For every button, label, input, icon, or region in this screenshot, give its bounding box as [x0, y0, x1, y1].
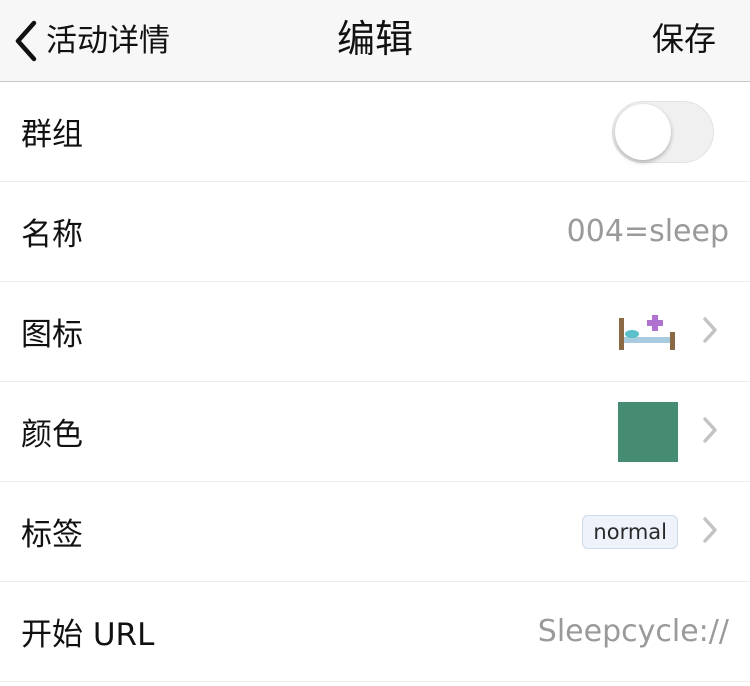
- edit-activity-screen: 活动详情 编辑 保存 群组 名称 004=sleep 图标 颜色 标签 norm…: [0, 0, 750, 686]
- chevron-right-icon: [702, 316, 718, 348]
- start-url-label: 开始 URL: [21, 617, 155, 653]
- navigation-bar: 活动详情 编辑 保存: [0, 0, 750, 82]
- chevron-right-icon: [702, 516, 718, 548]
- tags-row[interactable]: 标签 normal: [0, 482, 750, 582]
- name-row[interactable]: 名称 004=sleep: [0, 182, 750, 282]
- icon-label: 图标: [21, 317, 83, 353]
- chevron-right-icon: [702, 416, 718, 448]
- name-value[interactable]: 004=sleep: [567, 214, 729, 249]
- back-button-label: 活动详情: [46, 23, 170, 59]
- start-url-value[interactable]: Sleepcycle://: [538, 614, 729, 649]
- settings-list: 群组 名称 004=sleep 图标 颜色 标签 normal 开始 URL S…: [0, 82, 750, 682]
- group-toggle[interactable]: [612, 100, 714, 163]
- tags-label: 标签: [21, 517, 83, 553]
- start-url-row[interactable]: 开始 URL Sleepcycle://: [0, 582, 750, 682]
- name-label: 名称: [21, 217, 83, 253]
- chevron-left-icon: [14, 20, 38, 62]
- back-button[interactable]: 活动详情: [14, 0, 170, 82]
- color-row[interactable]: 颜色: [0, 382, 750, 482]
- group-row: 群组: [0, 82, 750, 182]
- icon-row[interactable]: 图标: [0, 282, 750, 382]
- color-label: 颜色: [21, 417, 83, 453]
- tag-badge: normal: [582, 514, 678, 549]
- group-label: 群组: [21, 117, 83, 153]
- color-swatch: [618, 401, 678, 462]
- toggle-knob: [615, 103, 671, 160]
- bed-icon: [618, 312, 676, 352]
- save-button[interactable]: 保存: [652, 0, 716, 82]
